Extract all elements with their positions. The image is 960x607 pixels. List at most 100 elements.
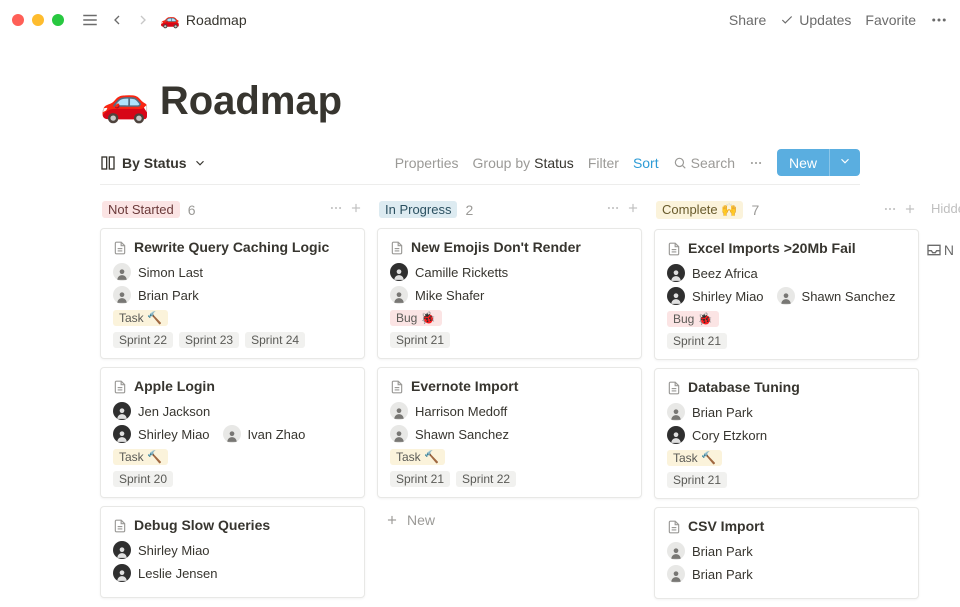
inbox-label: N [944, 242, 954, 258]
maximize-window-button[interactable] [52, 14, 64, 26]
card-title: Debug Slow Queries [113, 517, 352, 533]
sprint-tag: Sprint 21 [667, 333, 727, 349]
column-add-button[interactable] [903, 202, 917, 219]
new-button-dropdown[interactable] [829, 149, 860, 176]
person-name: Brian Park [138, 288, 199, 303]
column-more-button[interactable] [883, 202, 897, 219]
filter-button[interactable]: Filter [588, 155, 619, 171]
card[interactable]: Excel Imports >20Mb FailBeez AfricaShirl… [654, 229, 919, 360]
card[interactable]: Rewrite Query Caching Logic Simon Last Bri… [100, 228, 365, 359]
view-more-button[interactable] [749, 156, 763, 170]
avatar [390, 425, 408, 443]
person-row: Brian Park [113, 286, 352, 304]
type-tag: Bug 🐞 [390, 310, 442, 326]
type-tag: Task 🔨 [113, 310, 168, 326]
person-name: Shirley Miao [692, 289, 764, 304]
avatar [113, 541, 131, 559]
view-selector-row: By Status Properties Group by Status Fil… [100, 149, 860, 185]
avatar [113, 402, 131, 420]
avatar [667, 565, 685, 583]
sprint-tag: Sprint 24 [245, 332, 305, 348]
view-selector[interactable]: By Status [100, 155, 207, 171]
breadcrumb-title: Roadmap [186, 12, 247, 28]
person-name: Ivan Zhao [248, 427, 306, 442]
avatar [667, 264, 685, 282]
card[interactable]: Debug Slow QueriesShirley MiaoLeslie Jen… [100, 506, 365, 598]
column-not_started: Not Started6Rewrite Query Caching LogicS… [100, 197, 365, 606]
person-row: Shirley MiaoIvan Zhao [113, 425, 352, 443]
page-content: 🚗 Roadmap By Status Properties Group by … [0, 40, 960, 607]
column-header: In Progress2 [377, 197, 642, 228]
person-row: Brian Park [667, 565, 906, 583]
card-title: Evernote Import [390, 378, 629, 394]
person-name: Shawn Sanchez [802, 289, 896, 304]
breadcrumb[interactable]: 🚗 Roadmap [160, 10, 247, 30]
close-window-button[interactable] [12, 14, 24, 26]
topbar: 🚗 Roadmap Share Updates Favorite [0, 0, 960, 40]
card[interactable]: Evernote ImportHarrison MedoffShawn Sanc… [377, 367, 642, 498]
person-row: Cory Etzkorn [667, 426, 906, 444]
tag-row: Task 🔨 [113, 449, 352, 465]
column-actions [883, 202, 917, 219]
window-controls [12, 14, 64, 26]
updates-button[interactable]: Updates [780, 12, 851, 28]
person-name: Brian Park [692, 567, 753, 582]
properties-button[interactable]: Properties [395, 155, 459, 171]
column-more-button[interactable] [606, 201, 620, 218]
forward-button[interactable] [130, 8, 156, 32]
person-name: Brian Park [692, 544, 753, 559]
type-tag: Bug 🐞 [667, 311, 719, 327]
new-button-main[interactable]: New [777, 150, 829, 176]
type-tag: Task 🔨 [390, 449, 445, 465]
avatar [777, 287, 795, 305]
page-emoji-icon: 🚗 [160, 10, 180, 30]
person-row: Jen Jackson [113, 402, 352, 420]
column-in_progress: In Progress2New Emojis Don't RenderCamil… [377, 197, 642, 534]
sprint-tag: Sprint 22 [456, 471, 516, 487]
card[interactable]: Database TuningBrian ParkCory EtzkornTas… [654, 368, 919, 499]
new-card-label: New [407, 512, 435, 528]
page-emoji-icon[interactable]: 🚗 [100, 78, 150, 125]
column-add-button[interactable] [349, 201, 363, 218]
person-name: Simon Last [138, 265, 203, 280]
sort-button[interactable]: Sort [633, 155, 659, 171]
tag-row: Bug 🐞 [390, 310, 629, 326]
more-button[interactable] [930, 11, 948, 29]
back-button[interactable] [104, 8, 130, 32]
column-status-pill[interactable]: Complete 🙌 [656, 201, 743, 219]
column-add-button[interactable] [626, 201, 640, 218]
new-card-button[interactable]: New [377, 506, 642, 534]
column-more-button[interactable] [329, 201, 343, 218]
person-row: Beez Africa [667, 264, 906, 282]
person-name: Cory Etzkorn [692, 428, 767, 443]
card[interactable]: New Emojis Don't RenderCamille RickettsM… [377, 228, 642, 359]
avatar [667, 403, 685, 421]
person-row: Mike Shafer [390, 286, 629, 304]
column-status-pill[interactable]: In Progress [379, 201, 457, 218]
inbox-shortcut[interactable]: N [926, 242, 954, 258]
minimize-window-button[interactable] [32, 14, 44, 26]
search-label: Search [691, 155, 735, 171]
share-button[interactable]: Share [729, 12, 766, 28]
card[interactable]: CSV ImportBrian ParkBrian Park [654, 507, 919, 599]
column-status-pill[interactable]: Not Started [102, 201, 180, 218]
tag-row: Bug 🐞 [667, 311, 906, 327]
avatar [667, 542, 685, 560]
favorite-button[interactable]: Favorite [865, 12, 916, 28]
hidden-groups-label[interactable]: Hidde [931, 197, 960, 216]
sprint-tag: Sprint 20 [113, 471, 173, 487]
group-by-button[interactable]: Group by Status [473, 155, 574, 171]
person-name: Camille Ricketts [415, 265, 508, 280]
menu-icon[interactable] [76, 7, 104, 33]
person-row: Leslie Jensen [113, 564, 352, 582]
card[interactable]: Apple LoginJen JacksonShirley MiaoIvan Z… [100, 367, 365, 498]
card-title-text: Database Tuning [688, 379, 800, 395]
person-name: Harrison Medoff [415, 404, 507, 419]
search-button[interactable]: Search [673, 155, 735, 171]
sprint-row: Sprint 20 [113, 471, 352, 487]
card-title: Rewrite Query Caching Logic [113, 239, 352, 255]
sprint-row: Sprint 21Sprint 22 [390, 471, 629, 487]
page-title[interactable]: 🚗 Roadmap [100, 78, 860, 125]
view-selector-label: By Status [122, 155, 187, 171]
avatar [390, 402, 408, 420]
